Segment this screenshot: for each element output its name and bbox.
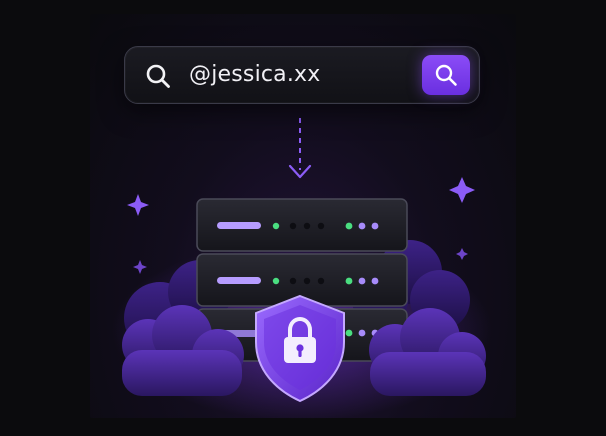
sparkle-icon bbox=[133, 260, 147, 274]
sparkle-icon bbox=[127, 194, 149, 216]
search-icon bbox=[146, 64, 170, 88]
dashed-arrow-down-icon bbox=[288, 118, 312, 179]
search-input[interactable]: @jessica.xx bbox=[189, 60, 321, 90]
sparkle-icon bbox=[456, 248, 468, 260]
search-bar[interactable]: @jessica.xx bbox=[124, 46, 480, 104]
sparkle-icon bbox=[449, 177, 475, 203]
search-button[interactable] bbox=[422, 55, 470, 95]
server-unit bbox=[196, 198, 408, 252]
illustration-canvas: @jessica.xx bbox=[0, 0, 606, 436]
search-icon bbox=[435, 64, 457, 86]
